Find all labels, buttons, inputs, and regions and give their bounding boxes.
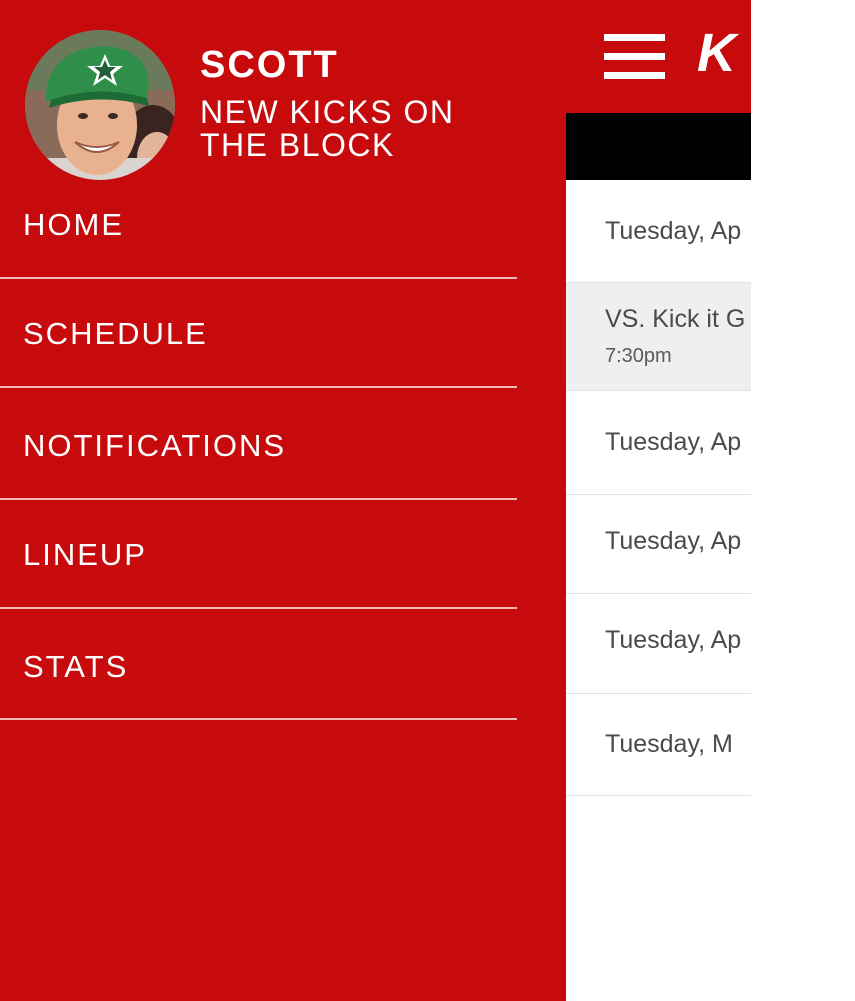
schedule-date: Tuesday, Ap xyxy=(605,428,742,456)
schedule-game-row[interactable]: VS. Kick it G 7:30pm xyxy=(566,283,751,391)
nav-item-label: SCHEDULE xyxy=(23,316,208,351)
schedule-date-row[interactable]: Tuesday, Ap xyxy=(566,391,751,495)
schedule-date-row[interactable]: Tuesday, M xyxy=(566,694,751,796)
schedule-date: Tuesday, Ap xyxy=(605,527,742,555)
team-name: NEW KICKS ON THE BLOCK xyxy=(200,94,455,163)
schedule-date: Tuesday, M xyxy=(605,730,733,758)
schedule-date-row[interactable]: Tuesday, Ap xyxy=(566,495,751,594)
user-name: SCOTT xyxy=(200,44,339,86)
nav-item-lineup[interactable]: LINEUP xyxy=(0,500,517,609)
app-logo: K xyxy=(697,23,736,83)
app-screen: K Tuesday, Ap VS. Kick it G 7:30pm Tuesd… xyxy=(0,0,855,1001)
avatar[interactable] xyxy=(25,30,175,180)
game-opponent: VS. Kick it G xyxy=(605,305,746,333)
hamburger-menu-icon[interactable] xyxy=(604,34,665,80)
nav-item-label: HOME xyxy=(23,207,124,242)
user-photo-icon xyxy=(25,30,175,180)
nav-item-stats[interactable]: STATS xyxy=(0,609,517,720)
navigation-drawer: SCOTT NEW KICKS ON THE BLOCK HOME SCHEDU… xyxy=(0,0,566,1001)
nav-item-label: LINEUP xyxy=(23,537,147,572)
schedule-date-row[interactable]: Tuesday, Ap xyxy=(566,180,751,283)
game-time: 7:30pm xyxy=(605,345,672,367)
schedule-date: Tuesday, Ap xyxy=(605,217,742,245)
nav-item-label: NOTIFICATIONS xyxy=(23,428,287,463)
nav-item-notifications[interactable]: NOTIFICATIONS xyxy=(0,388,517,500)
nav-item-home[interactable]: HOME xyxy=(0,175,517,279)
schedule-date-row[interactable]: Tuesday, Ap xyxy=(566,594,751,694)
nav-item-schedule[interactable]: SCHEDULE xyxy=(0,279,517,388)
schedule-date: Tuesday, Ap xyxy=(605,626,742,654)
nav-item-label: STATS xyxy=(23,649,129,684)
